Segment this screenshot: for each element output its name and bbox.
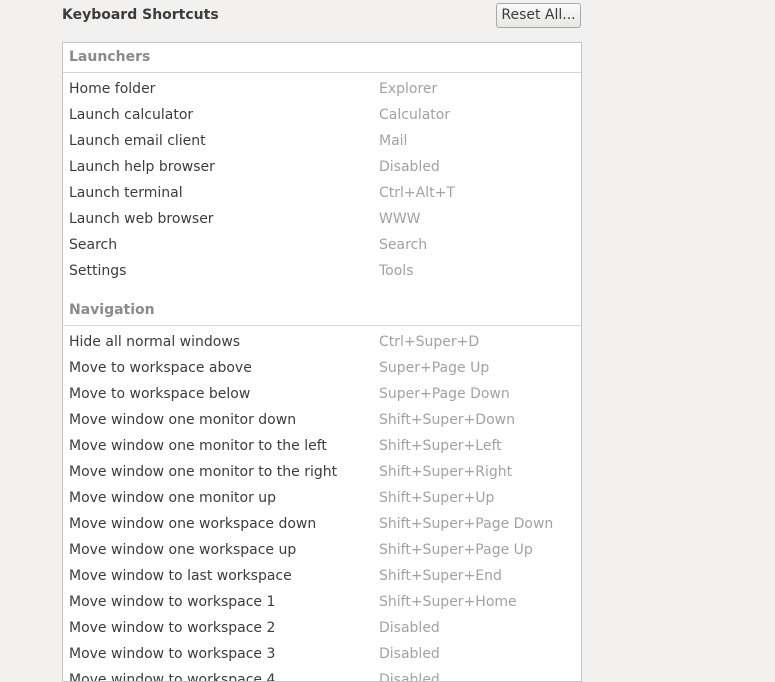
shortcut-name: Move window to last workspace <box>69 568 292 584</box>
shortcut-accel: Ctrl+Alt+T <box>379 185 455 201</box>
shortcut-accel: Super+Page Up <box>379 360 490 376</box>
shortcut-accel: Ctrl+Super+D <box>379 334 480 350</box>
shortcut-row[interactable]: Move window one monitor down Shift+Super+… <box>63 407 581 433</box>
shortcut-name: Move to workspace below <box>69 386 251 402</box>
section-header-navigation: Navigation <box>63 296 581 326</box>
shortcut-accel: WWW <box>379 211 421 227</box>
shortcut-accel: Shift+Super+Page Down <box>379 516 554 532</box>
shortcut-row[interactable]: Move to workspace above Super+Page Up <box>63 355 581 381</box>
shortcut-name: Move to workspace above <box>69 360 252 376</box>
shortcut-row[interactable]: Launch email client Mail <box>63 128 581 154</box>
shortcut-row[interactable]: Launch web browser WWW <box>63 206 581 232</box>
shortcut-name: Move window one monitor up <box>69 490 277 506</box>
shortcut-accel: Explorer <box>379 81 438 97</box>
shortcut-row[interactable]: Move window to last workspace Shift+Super… <box>63 563 581 589</box>
shortcut-accel: Shift+Super+Left <box>379 438 502 454</box>
shortcut-name: Launch terminal <box>69 185 183 201</box>
shortcut-name: Move window one monitor to the left <box>69 438 327 454</box>
shortcuts-list: Launchers Home folder Explorer Launch cal… <box>62 42 582 682</box>
shortcut-name: Move window to workspace 3 <box>69 646 276 662</box>
shortcut-accel: Tools <box>379 263 414 279</box>
shortcut-name: Home folder <box>69 81 156 97</box>
shortcut-accel: Disabled <box>379 646 440 662</box>
shortcut-accel: Disabled <box>379 672 440 682</box>
section-navigation: Hide all normal windows Ctrl+Super+D Move… <box>63 326 581 682</box>
shortcut-row[interactable]: Move window one workspace up Shift+Super+… <box>63 537 581 563</box>
shortcut-accel: Shift+Super+Home <box>379 594 517 610</box>
shortcut-row[interactable]: Home folder Explorer <box>63 76 581 102</box>
shortcut-name: Search <box>69 237 118 253</box>
shortcut-name: Launch help browser <box>69 159 215 175</box>
shortcut-row[interactable]: Launch calculator Calculator <box>63 102 581 128</box>
shortcut-name: Launch web browser <box>69 211 214 227</box>
section-launchers: Home folder Explorer Launch calculator Cal… <box>63 73 581 284</box>
shortcut-row[interactable]: Launch terminal Ctrl+Alt+T <box>63 180 581 206</box>
shortcut-name: Launch email client <box>69 133 206 149</box>
shortcut-row[interactable]: Move window one monitor to the left Shift… <box>63 433 581 459</box>
shortcut-row[interactable]: Hide all normal windows Ctrl+Super+D <box>63 329 581 355</box>
shortcut-accel: Disabled <box>379 159 440 175</box>
shortcut-row[interactable]: Move to workspace below Super+Page Down <box>63 381 581 407</box>
shortcut-row[interactable]: Search Search <box>63 232 581 258</box>
shortcut-name: Move window to workspace 2 <box>69 620 276 636</box>
shortcut-accel: Calculator <box>379 107 451 123</box>
page-title: Keyboard Shortcuts <box>62 7 219 23</box>
shortcut-name: Move window one workspace up <box>69 542 297 558</box>
shortcut-accel: Shift+Super+Up <box>379 490 495 506</box>
shortcut-name: Settings <box>69 263 127 279</box>
shortcut-name: Move window one workspace down <box>69 516 317 532</box>
shortcut-accel: Shift+Super+Page Up <box>379 542 533 558</box>
shortcut-name: Move window to workspace 1 <box>69 594 276 610</box>
shortcut-row[interactable]: Settings Tools <box>63 258 581 284</box>
shortcut-accel: Shift+Super+Right <box>379 464 513 480</box>
reset-all-button[interactable]: Reset All... <box>496 3 581 28</box>
shortcut-row[interactable]: Move window one workspace down Shift+Supe… <box>63 511 581 537</box>
shortcut-row[interactable]: Move window to workspace 4 Disabled <box>63 667 581 682</box>
shortcut-accel: Super+Page Down <box>379 386 510 402</box>
shortcut-name: Move window to workspace 4 <box>69 672 276 682</box>
shortcut-name: Move window one monitor down <box>69 412 297 428</box>
shortcut-row[interactable]: Move window one monitor to the right Shif… <box>63 459 581 485</box>
shortcut-accel: Search <box>379 237 428 253</box>
shortcut-row[interactable]: Move window one monitor up Shift+Super+Up <box>63 485 581 511</box>
shortcut-accel: Shift+Super+End <box>379 568 502 584</box>
shortcut-name: Move window one monitor to the right <box>69 464 338 480</box>
shortcut-accel: Mail <box>379 133 408 149</box>
shortcut-accel: Disabled <box>379 620 440 636</box>
shortcut-row[interactable]: Move window to workspace 3 Disabled <box>63 641 581 667</box>
shortcut-row[interactable]: Move window to workspace 1 Shift+Super+Ho… <box>63 589 581 615</box>
shortcut-row[interactable]: Move window to workspace 2 Disabled <box>63 615 581 641</box>
section-header-launchers: Launchers <box>63 43 581 73</box>
shortcut-row[interactable]: Launch help browser Disabled <box>63 154 581 180</box>
shortcut-name: Launch calculator <box>69 107 194 123</box>
shortcut-name: Hide all normal windows <box>69 334 241 350</box>
shortcut-accel: Shift+Super+Down <box>379 412 515 428</box>
